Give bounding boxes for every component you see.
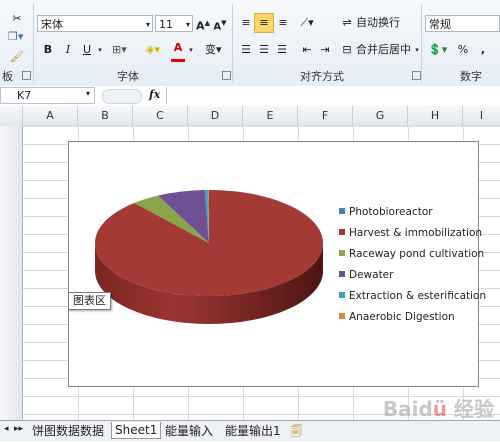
clipboard-group-label: 板	[2, 70, 13, 83]
column-headers: A B C D E F G H I	[0, 106, 500, 127]
wrap-text-icon[interactable]: ⇌	[340, 14, 354, 32]
increase-indent-icon[interactable]: ⇥	[318, 41, 332, 59]
number-format-value: 常规	[429, 18, 451, 31]
chevron-down-icon: ▾	[185, 20, 190, 29]
chart-area-tooltip: 图表区	[68, 292, 111, 310]
font-size-value: 11	[159, 18, 173, 31]
scroll-first-sheet-icon[interactable]: ◂	[4, 424, 9, 434]
column-header-e[interactable]: E	[243, 106, 298, 126]
clipboard-launcher-icon[interactable]	[22, 71, 31, 80]
formula-grip[interactable]	[102, 89, 142, 104]
align-bottom-icon[interactable]: ≡	[276, 14, 290, 32]
column-header-i[interactable]: I	[463, 106, 500, 126]
align-middle-icon[interactable]: ≡	[254, 13, 274, 33]
formula-input[interactable]	[166, 87, 500, 104]
column-header-f[interactable]: F	[298, 106, 353, 126]
phonetic-icon[interactable]: 变▾	[205, 41, 222, 59]
legend-swatch	[339, 292, 345, 298]
format-painter-icon[interactable]: 🖌	[10, 48, 24, 66]
formula-bar: K7 ▾ fx	[0, 86, 500, 107]
column-header-g[interactable]: G	[353, 106, 408, 126]
legend-item-dewater[interactable]: Dewater	[339, 268, 393, 282]
align-center-icon[interactable]: ☰	[257, 41, 271, 59]
fill-color-icon[interactable]: ◈▾	[146, 41, 160, 59]
watermark-logo: Baidü 经验	[382, 397, 494, 421]
font-name-select[interactable]: 宋体 ▾	[37, 15, 153, 32]
column-header-a[interactable]: A	[23, 106, 78, 126]
legend-swatch	[339, 313, 345, 319]
chart-area[interactable]: Photobioreactor Harvest & immobilization…	[68, 141, 486, 387]
number-format-select[interactable]: 常规	[425, 15, 500, 32]
column-header-d[interactable]: D	[188, 106, 243, 126]
copy-icon[interactable]: ❐▾	[8, 28, 23, 46]
sheet-tab-sheet1[interactable]: Sheet1	[111, 422, 162, 439]
font-launcher-icon[interactable]	[222, 71, 231, 80]
align-left-icon[interactable]: ☰	[239, 41, 253, 59]
align-top-icon[interactable]: ≡	[239, 14, 253, 32]
legend-swatch	[339, 271, 345, 277]
font-color-icon[interactable]: A	[171, 41, 185, 62]
legend-item-anaerobic[interactable]: Anaerobic Digestion	[339, 310, 455, 324]
select-all-corner[interactable]	[0, 106, 23, 126]
italic-button[interactable]: I	[61, 41, 75, 59]
decrease-indent-icon[interactable]: ⇤	[300, 41, 314, 59]
sheet-tab-bar: ◂ ▸▸ 饼图数据数据 Sheet1 能量输入 能量输出1 🗐	[0, 420, 500, 441]
border-icon[interactable]: ⊞▾	[112, 41, 127, 59]
grow-font-icon[interactable]: A▲	[196, 14, 210, 33]
column-header-c[interactable]: C	[133, 106, 188, 126]
name-box[interactable]: K7 ▾	[0, 87, 95, 104]
sheet-tab-energy-input[interactable]: 能量输入	[162, 423, 216, 439]
cut-icon[interactable]: ✂	[10, 10, 24, 28]
currency-icon[interactable]: 💲▾	[428, 41, 447, 59]
scroll-last-sheet-icon[interactable]: ▸▸	[14, 424, 23, 434]
legend-swatch	[339, 229, 345, 235]
ribbon: ✂ ❐▾ 🖌 板 宋体 ▾ 11 ▾ A▲ A▼ B I U ▾ ⊞▾ ◈▾ A…	[0, 0, 500, 87]
pie-chart	[94, 189, 323, 324]
bold-button[interactable]: B	[41, 41, 55, 59]
merge-center-icon[interactable]: ⊟	[340, 41, 354, 59]
alignment-launcher-icon[interactable]	[412, 71, 421, 80]
chevron-down-icon[interactable]: ▾	[184, 41, 198, 59]
legend-swatch	[339, 250, 345, 256]
percent-button[interactable]: %	[456, 41, 470, 59]
legend-item-extraction[interactable]: Extraction & esterification	[339, 289, 486, 303]
insert-sheet-icon[interactable]: 🗐	[291, 423, 302, 442]
chevron-down-icon: ▾	[86, 89, 91, 98]
orientation-icon[interactable]: ⟋▾	[300, 14, 314, 32]
chevron-down-icon[interactable]: ▾	[93, 41, 107, 59]
legend-swatch	[339, 208, 345, 214]
font-group-label: 字体	[117, 70, 139, 83]
insert-function-button[interactable]: fx	[149, 88, 160, 101]
font-size-select[interactable]: 11 ▾	[155, 15, 193, 32]
merge-center-button[interactable]: 合并后居中	[356, 41, 411, 59]
sheet-tab-pie-data[interactable]: 饼图数据数据	[29, 423, 107, 439]
align-right-icon[interactable]: ☰	[275, 41, 289, 59]
shrink-font-icon[interactable]: A▼	[213, 14, 227, 32]
chevron-down-icon: ▾	[145, 20, 150, 29]
alignment-group-label: 对齐方式	[300, 70, 344, 83]
column-header-h[interactable]: H	[408, 106, 463, 126]
legend-item-harvest[interactable]: Harvest & immobilization	[339, 226, 482, 240]
row-headers[interactable]	[0, 126, 23, 420]
comma-button[interactable]: ,	[476, 41, 490, 59]
column-header-b[interactable]: B	[78, 106, 133, 126]
number-group-label: 数字	[460, 70, 482, 83]
underline-button[interactable]: U	[80, 41, 94, 59]
wrap-text-button[interactable]: 自动换行	[356, 14, 400, 32]
font-name-value: 宋体	[41, 18, 63, 31]
name-box-value: K7	[17, 89, 32, 102]
sheet-tab-energy-output[interactable]: 能量输出1	[222, 423, 284, 439]
legend-item-photobioreactor[interactable]: Photobioreactor	[339, 205, 433, 219]
legend-item-raceway[interactable]: Raceway pond cultivation	[339, 247, 484, 261]
